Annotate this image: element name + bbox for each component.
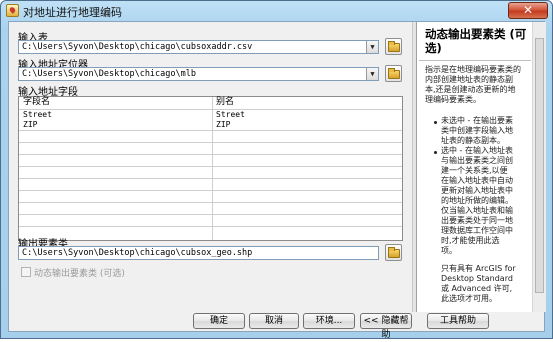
scrollbar-thumb[interactable] — [535, 38, 544, 293]
browse-output-button[interactable] — [385, 244, 402, 261]
folder-open-icon — [388, 247, 400, 258]
grid-line — [19, 190, 402, 191]
close-button[interactable]: ✕ — [508, 2, 548, 19]
parameters-pane: 输入表 C:\Users\Syvon\Desktop\chicago\cubso… — [9, 22, 412, 312]
grid-line — [19, 109, 402, 110]
column-header-alias: 别名 — [216, 97, 235, 107]
hide-help-button[interactable]: << 隐藏帮助 — [360, 313, 412, 340]
help-license-note: 只有具有 ArcGIS for Desktop Standard 或 Advan… — [441, 264, 533, 304]
dialog-window: 对地址进行地理编码 ✕ 输入表 C:\Users\Syvon\Desktop\c… — [0, 0, 553, 340]
help-line: 与输出要素类之间创 — [441, 156, 513, 165]
help-line: 类中创建字段输入地 — [441, 126, 513, 135]
grid-line — [19, 226, 402, 227]
help-scrollbar[interactable] — [532, 22, 546, 312]
help-line: 时,才能使用此选 — [441, 236, 500, 245]
input-table-value: C:\Users\Syvon\Desktop\chicago\cubsoxadd… — [22, 42, 253, 52]
help-line: 建一个关系类,以便 — [441, 166, 508, 175]
dialog-client: 输入表 C:\Users\Syvon\Desktop\chicago\cubso… — [8, 21, 546, 340]
grid-line — [19, 154, 402, 155]
table-header: 字段名 别名 — [19, 97, 402, 109]
help-title: 动态输出要素类 (可选) — [425, 27, 527, 55]
help-line: 或 Advanced 许可, — [441, 284, 513, 293]
browse-locator-button[interactable] — [385, 65, 402, 82]
grid-line — [19, 178, 402, 179]
dynamic-output-checkbox[interactable] — [21, 267, 31, 277]
help-bullet-checked: 选中 - 在输入地址表 与输出要素类之间创 建一个关系类,以便 在输入地址表中自… — [441, 146, 531, 256]
address-fields-table[interactable]: 字段名 别名 Street Street ZIP ZIP — [18, 96, 403, 241]
help-line: 指示是在地理编码要素类的 — [425, 65, 521, 74]
grid-line — [19, 130, 402, 131]
button-bar: 确定 取消 环境... << 隐藏帮助 工具帮助 — [9, 312, 544, 340]
help-line: 理数据库工作空间中 — [441, 226, 513, 235]
chevron-down-icon[interactable]: ▼ — [366, 68, 378, 80]
grid-line — [19, 142, 402, 143]
help-line: 更新对输入地址表中 — [441, 186, 513, 195]
help-line: 未选中 - 在输出要素 — [441, 116, 513, 125]
ok-button[interactable]: 确定 — [193, 313, 245, 329]
cancel-button[interactable]: 取消 — [249, 313, 299, 329]
folder-open-icon — [388, 41, 400, 52]
tool-help-button[interactable]: 工具帮助 — [427, 313, 489, 329]
help-line: 只有具有 ArcGIS for — [441, 264, 516, 273]
help-line: 仅当输入地址表和输 — [441, 206, 513, 215]
help-line: 在输入地址表中自动 — [441, 176, 513, 185]
column-header-field-name: 字段名 — [23, 97, 51, 107]
chevron-down-icon[interactable]: ▼ — [366, 41, 378, 53]
help-line: Desktop Standard — [441, 274, 513, 283]
help-divider — [419, 60, 531, 61]
bullet-icon — [434, 121, 437, 124]
title-bar[interactable]: 对地址进行地理编码 ✕ — [1, 1, 552, 21]
locator-value: C:\Users\Syvon\Desktop\chicago\mlb — [22, 69, 196, 79]
grid-line — [212, 97, 213, 240]
output-feature-class-input[interactable]: C:\Users\Syvon\Desktop\chicago\cubsox_ge… — [18, 246, 379, 260]
locator-combo[interactable]: C:\Users\Syvon\Desktop\chicago\mlb ▼ — [18, 67, 379, 81]
browse-input-table-button[interactable] — [385, 38, 402, 55]
help-line: 内部创建地址表的静态副 — [425, 75, 513, 84]
help-intro: 指示是在地理编码要素类的 内部创建地址表的静态副 本,还是创建动态更新的地 理编… — [425, 65, 529, 105]
grid-line — [19, 166, 402, 167]
help-line: 出要素类处于同一地 — [441, 216, 513, 225]
help-pane: 动态输出要素类 (可选) 指示是在地理编码要素类的 内部创建地址表的静态副 本,… — [416, 22, 546, 312]
grid-line — [19, 202, 402, 203]
help-line: 理编码要素类。 — [425, 95, 481, 104]
help-line: 选中 - 在输入地址表 — [441, 146, 513, 155]
help-line: 址表的静态副本。 — [441, 136, 505, 145]
folder-open-icon — [388, 68, 400, 79]
grid-line — [19, 214, 402, 215]
app-icon — [6, 4, 19, 17]
bullet-icon — [434, 151, 437, 154]
dynamic-output-label: 动态输出要素类 (可选) — [34, 269, 125, 279]
help-line: 本,还是创建动态更新的地 — [425, 85, 516, 94]
help-line: 项。 — [441, 246, 457, 255]
window-title: 对地址进行地理编码 — [23, 6, 122, 19]
output-value: C:\Users\Syvon\Desktop\chicago\cubsox_ge… — [22, 248, 253, 258]
help-bullet-unchecked: 未选中 - 在输出要素 类中创建字段输入地 址表的静态副本。 — [441, 116, 531, 146]
help-line: 的地址所做的编辑。 — [441, 196, 513, 205]
input-table-combo[interactable]: C:\Users\Syvon\Desktop\chicago\cubsoxadd… — [18, 40, 379, 54]
environments-button[interactable]: 环境... — [303, 313, 355, 329]
help-line: 此选项才可用。 — [441, 294, 497, 303]
